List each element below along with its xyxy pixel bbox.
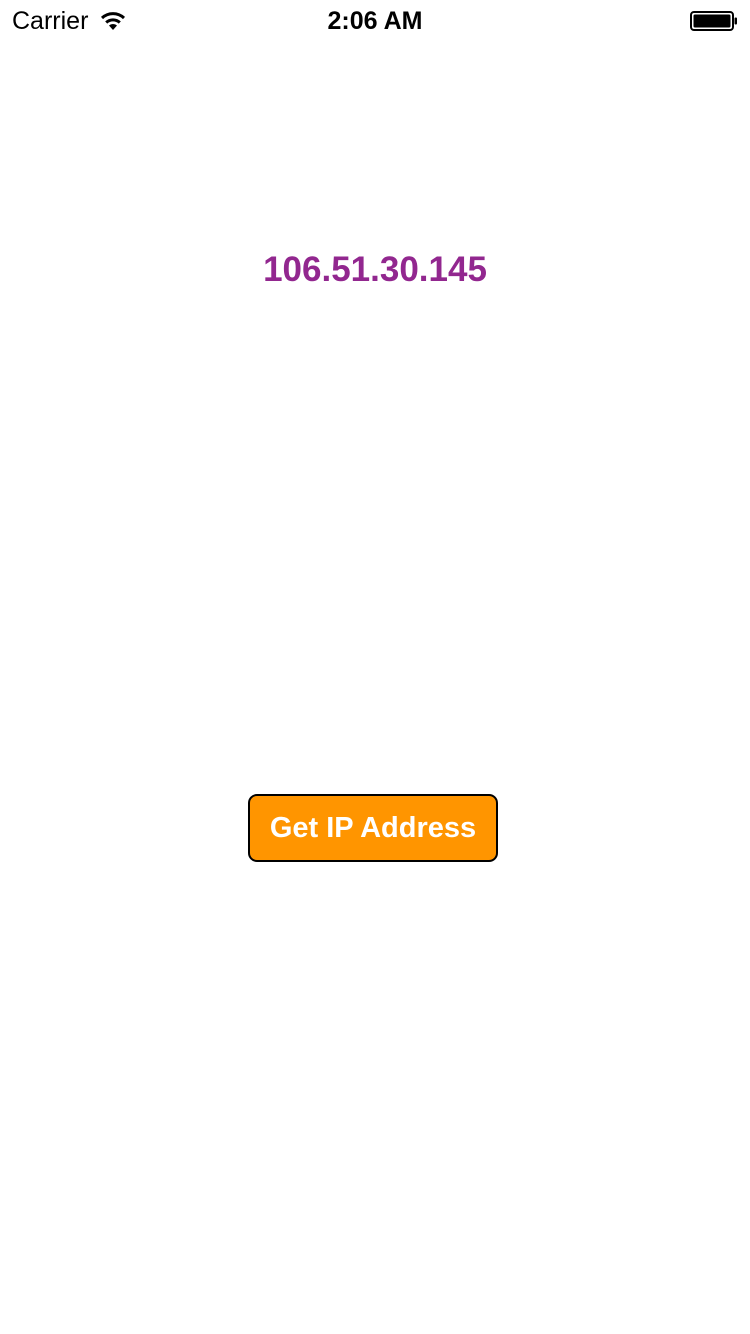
battery-full-icon: [690, 11, 738, 31]
status-time: 2:06 AM: [327, 7, 423, 35]
app-screen: Carrier 2:06 AM 106.51.30.145 Get IP Add…: [0, 0, 750, 1334]
get-ip-address-button[interactable]: Get IP Address: [248, 794, 498, 862]
ip-address-label: 106.51.30.145: [263, 250, 487, 289]
status-bar: Carrier 2:06 AM: [0, 0, 750, 40]
